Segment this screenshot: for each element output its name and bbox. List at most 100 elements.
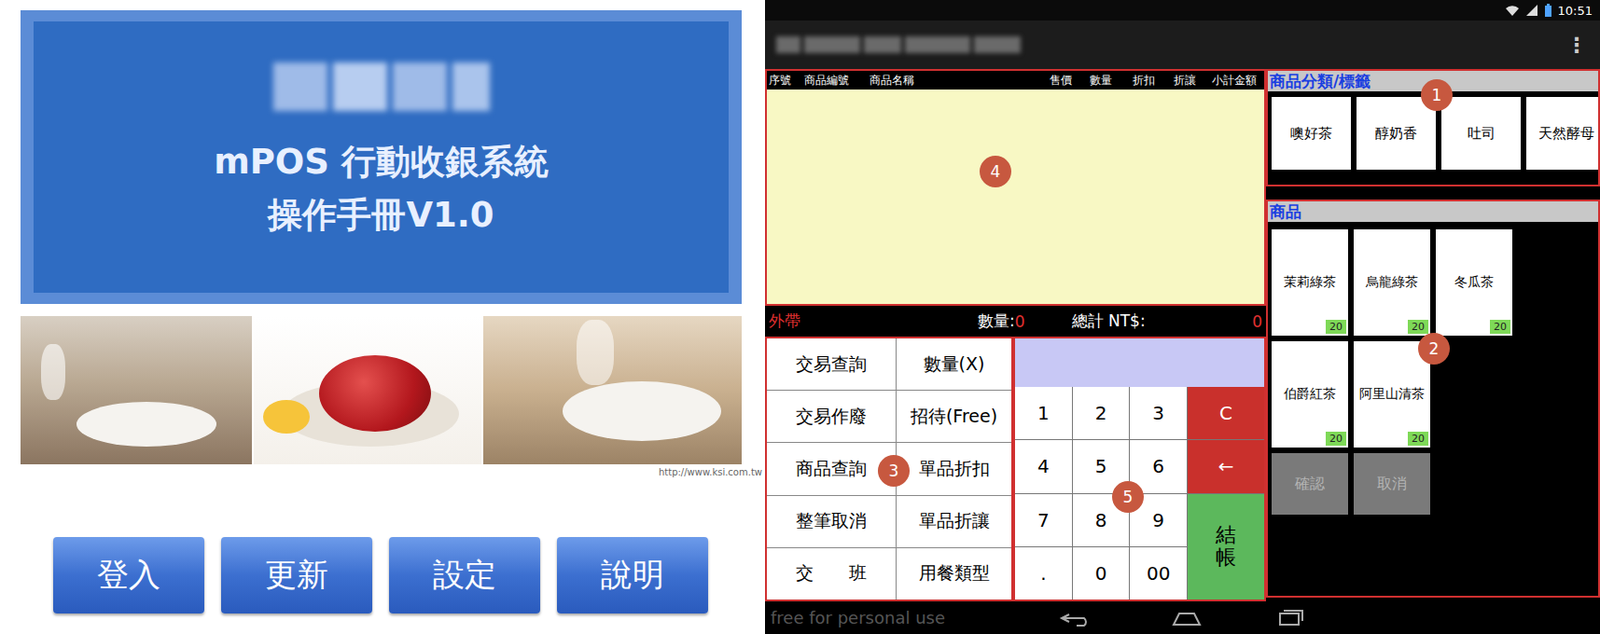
category-button[interactable]: 醇奶香 — [1356, 97, 1436, 170]
cover-frame: mPOS 行動收銀系統操作手冊V1.0 — [20, 10, 742, 305]
keypad-key[interactable]: 1 — [1015, 387, 1072, 440]
photo-strip — [20, 316, 766, 465]
tart — [319, 355, 432, 432]
clock: 10:51 — [1558, 3, 1593, 18]
food-photo — [253, 316, 482, 465]
column-header: 小計金額 — [1204, 72, 1265, 89]
key-label: 8 — [1095, 509, 1108, 532]
glass — [576, 320, 614, 386]
product-card[interactable]: 烏龍綠茶20 — [1353, 229, 1431, 336]
watermark: free for personal use — [765, 608, 946, 628]
manual-cover-page: mPOS 行動收銀系統操作手冊V1.0 http://www.ksi.com.tw… — [0, 0, 766, 634]
keypad-key[interactable]: ← — [1187, 440, 1265, 493]
glass — [41, 344, 66, 401]
cover-buttons: 登入更新設定說明 — [0, 537, 766, 614]
keypad-key[interactable]: . — [1015, 547, 1072, 600]
key-label: 9 — [1152, 509, 1165, 532]
keypad-key[interactable]: 7 — [1015, 494, 1072, 547]
product-price: 20 — [1407, 431, 1429, 446]
blur-block — [863, 36, 902, 54]
product-price: 20 — [1325, 320, 1347, 334]
blur-block — [973, 36, 1021, 54]
wifi-icon — [1504, 3, 1520, 17]
product-card[interactable]: 阿里山清茶 20 — [1353, 341, 1431, 448]
blurred-logo — [273, 62, 490, 112]
keypad-key[interactable]: 結帳 — [1187, 494, 1265, 601]
key-label: . — [1040, 562, 1046, 585]
key-label: 0 — [1095, 562, 1108, 585]
action-button: 取消 — [1353, 453, 1431, 515]
column-header: 折讓 — [1165, 72, 1205, 89]
product-price: 20 — [1325, 431, 1347, 446]
product-card[interactable]: 茉莉綠茶 20 — [1271, 229, 1349, 336]
keypad-key[interactable]: 3 — [1129, 387, 1187, 440]
order-summary: 外帶數量:0總計 NT$:0 — [765, 306, 1267, 337]
total-label: 總計 NT$: — [1071, 310, 1146, 333]
action-button: 確認 — [1271, 453, 1349, 515]
function-button[interactable]: 用餐類型 — [896, 548, 1012, 600]
app-bar: ⋮ — [765, 20, 1600, 70]
cover-button[interactable]: 登入 — [53, 537, 205, 614]
category-button[interactable]: 吐司 — [1441, 97, 1521, 170]
keypad-key[interactable]: C — [1187, 387, 1265, 440]
blurred-app-title — [776, 36, 1021, 54]
key-label: 2 — [1095, 402, 1108, 425]
function-button[interactable]: 數量(X) — [896, 338, 1012, 390]
function-button[interactable]: 商品查詢 — [766, 443, 896, 495]
key-label: ← — [1218, 455, 1235, 478]
function-button[interactable]: 交易查詢 — [766, 338, 896, 390]
keypad-key[interactable]: 00 — [1129, 547, 1187, 600]
plate — [562, 381, 722, 442]
cover-panel: mPOS 行動收銀系統操作手冊V1.0 — [33, 21, 729, 293]
product-grid: 茉莉綠茶 20 烏龍綠茶20冬瓜茶20 伯爵紅茶 20 阿里山清茶 20 確認取消 — [1267, 222, 1599, 515]
table-header: 序號商品編號商品名稱售價數量折扣折讓小計金額 — [766, 70, 1265, 90]
product-name: 茉莉綠茶 — [1283, 274, 1336, 292]
key-label: 1 — [1037, 402, 1050, 425]
function-button[interactable]: 單品折扣 — [896, 443, 1012, 495]
key-label: 5 — [1095, 455, 1108, 478]
function-button[interactable]: 交易作廢 — [766, 390, 896, 443]
key-label: 4 — [1037, 455, 1050, 478]
product-panel: 商品茉莉綠茶20烏龍綠茶20冬瓜茶20伯爵紅茶20阿里山清茶20確認取消 — [1266, 199, 1600, 599]
cover-button[interactable]: 說明 — [556, 537, 709, 614]
category-button[interactable]: 噢好茶 — [1271, 97, 1351, 170]
order-table: 序號商品編號商品名稱售價數量折扣折讓小計金額 — [765, 69, 1267, 307]
source-url: http://www.ksi.com.tw — [20, 464, 763, 478]
blur-block — [452, 62, 490, 112]
cover-button[interactable]: 更新 — [221, 537, 373, 614]
column-header: 商品名稱 — [867, 72, 1043, 89]
lemon — [263, 400, 310, 434]
food-photo — [20, 316, 252, 465]
category-button[interactable]: 天然酵母 — [1526, 97, 1600, 170]
overflow-menu-icon[interactable]: ⋮ — [1566, 33, 1587, 57]
blur-block — [776, 36, 801, 54]
function-button[interactable]: 交 班 — [766, 548, 896, 600]
product-card[interactable]: 冬瓜茶20 — [1435, 229, 1513, 336]
key-label: C — [1219, 402, 1233, 425]
callout-badge: 3 — [877, 455, 910, 487]
function-button[interactable]: 整筆取消 — [766, 496, 896, 548]
product-name: 伯爵紅茶 — [1283, 386, 1336, 404]
product-card[interactable]: 伯爵紅茶 20 — [1271, 341, 1349, 448]
blur-block — [804, 36, 861, 54]
cover-title: mPOS 行動收銀系統 — [213, 135, 549, 189]
product-name: 阿里山清茶 — [1359, 386, 1425, 404]
column-header: 折扣 — [1122, 72, 1166, 89]
battery-icon — [1544, 3, 1553, 18]
key-label: 7 — [1037, 509, 1050, 532]
column-header: 售價 — [1042, 72, 1080, 89]
keypad-key[interactable]: 0 — [1072, 547, 1130, 600]
keypad-key[interactable]: 4 — [1015, 440, 1072, 493]
column-header: 序號 — [766, 72, 803, 89]
key-label: 3 — [1152, 402, 1165, 425]
amount-input[interactable] — [1015, 338, 1265, 388]
keypad-key[interactable]: 2 — [1072, 387, 1130, 440]
keypad: 123C456←789結帳.000 — [1013, 336, 1267, 602]
function-button[interactable]: 單品折讓 — [896, 496, 1012, 548]
signal-icon — [1525, 3, 1539, 17]
product-name: 冬瓜茶 — [1454, 274, 1494, 292]
cover-button[interactable]: 設定 — [389, 537, 541, 614]
blur-block — [392, 62, 447, 112]
blur-block — [904, 36, 971, 54]
function-button[interactable]: 招待(Free) — [896, 390, 1012, 443]
